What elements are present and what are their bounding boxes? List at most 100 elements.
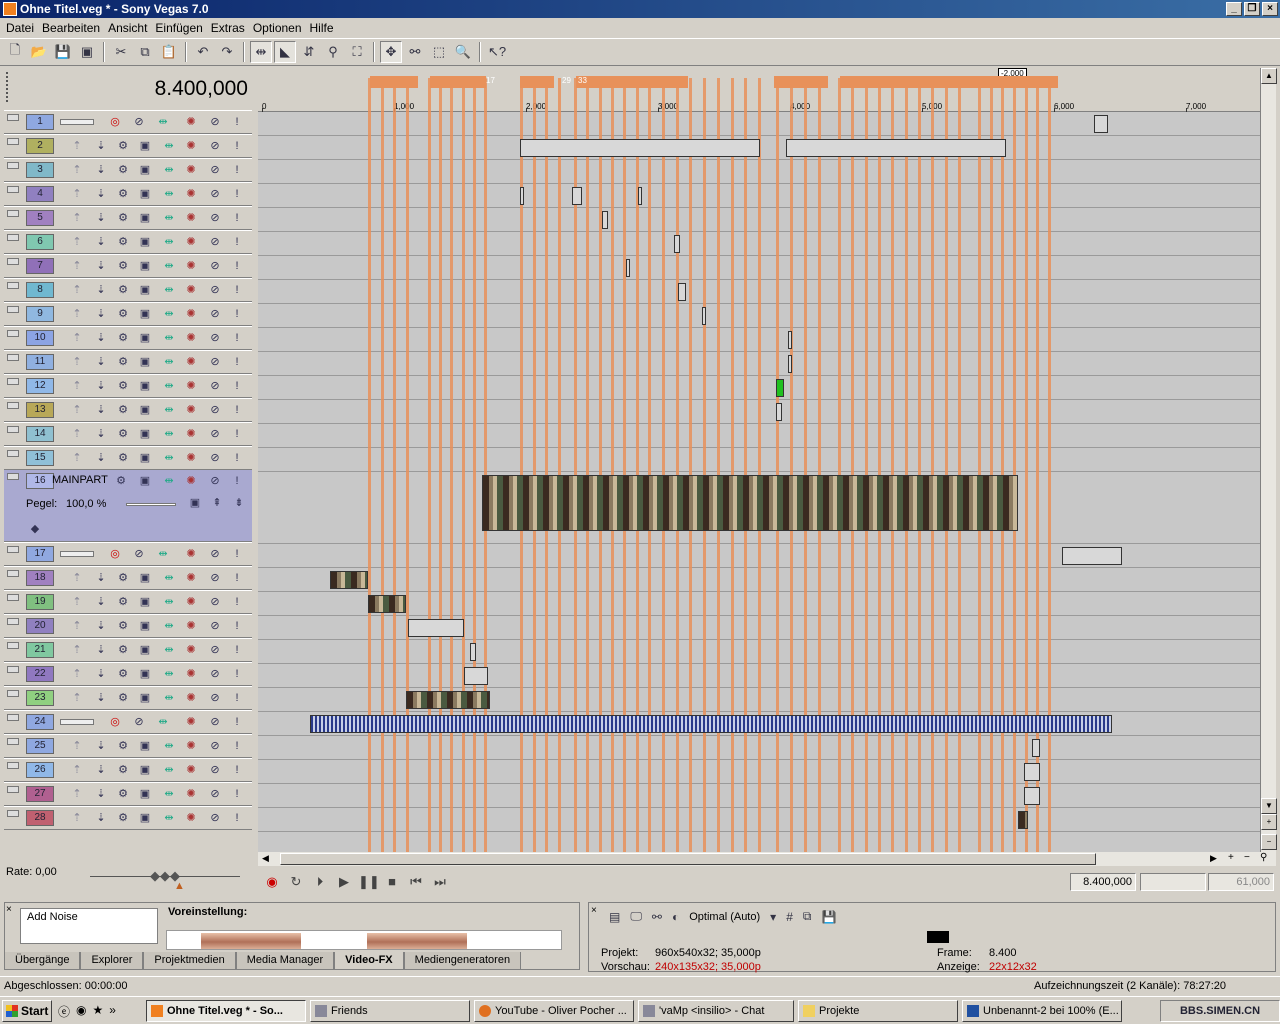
track-number[interactable]: 8 bbox=[26, 282, 54, 298]
new-file-icon[interactable]: 🗋 bbox=[4, 41, 26, 63]
composite-child-icon[interactable]: ⇣ bbox=[94, 331, 108, 345]
mute-icon[interactable]: ⊘ bbox=[208, 427, 222, 441]
video-event[interactable] bbox=[788, 355, 792, 373]
track-header-28[interactable]: 28 ⇡ ⇣ ⚙ ▣ ⇹ ✺ ⊘! bbox=[4, 806, 252, 830]
mute-icon[interactable]: ⊘ bbox=[208, 283, 222, 297]
scroll-down-button[interactable]: ▼ bbox=[1261, 798, 1277, 814]
timeline-marker[interactable] bbox=[1024, 78, 1028, 852]
track-number[interactable]: 7 bbox=[26, 258, 54, 274]
solo-icon[interactable]: ! bbox=[230, 379, 244, 393]
composite-child-icon[interactable]: ⇣ bbox=[94, 811, 108, 825]
composite-parent-icon[interactable]: ⇡ bbox=[70, 763, 84, 777]
video-event[interactable] bbox=[1024, 763, 1040, 781]
timeline-marker[interactable] bbox=[703, 78, 707, 852]
track-header-21[interactable]: 21 ⇡ ⇣ ⚙ ▣ ⇹ ✺ ⊘! bbox=[4, 638, 252, 662]
track-minimize-icon[interactable] bbox=[7, 306, 19, 313]
timeline-marker[interactable] bbox=[744, 78, 748, 852]
preset-thumbnail[interactable] bbox=[367, 933, 467, 949]
composite-child-icon[interactable]: ⇣ bbox=[94, 211, 108, 225]
track-fx-icon[interactable]: ✺ bbox=[184, 379, 198, 393]
mute-icon[interactable]: ⊘ bbox=[208, 355, 222, 369]
track-header-7[interactable]: 7 ⇡ ⇣ ⚙ ▣ ⇹ ✺ ⊘! bbox=[4, 254, 252, 278]
track-motion-icon[interactable]: ⚙ bbox=[116, 211, 130, 225]
track-minimize-icon[interactable] bbox=[7, 378, 19, 385]
track-motion-icon[interactable]: ⚙ bbox=[116, 187, 130, 201]
dock-tab[interactable]: Projektmedien bbox=[143, 952, 236, 970]
track-minimize-icon[interactable] bbox=[7, 234, 19, 241]
composite-parent-icon[interactable]: ⇡ bbox=[70, 379, 84, 393]
parent-motion-icon[interactable]: ⇹ bbox=[162, 763, 176, 777]
move-down-icon[interactable]: ⇟ bbox=[232, 496, 246, 510]
timeline-marker[interactable] bbox=[393, 78, 397, 852]
track-minimize-icon[interactable] bbox=[7, 450, 19, 457]
compositing-mode-icon[interactable]: ▣ bbox=[138, 451, 152, 465]
copy-snapshot-icon[interactable]: ⧉ bbox=[803, 909, 812, 924]
composite-child-icon[interactable]: ⇣ bbox=[94, 427, 108, 441]
timeline-marker[interactable] bbox=[864, 78, 868, 852]
split-screen-icon[interactable]: ◐ bbox=[672, 910, 679, 924]
play-from-start-icon[interactable]: ⏵ bbox=[310, 872, 330, 892]
track-motion-icon[interactable]: ⚙ bbox=[116, 403, 130, 417]
invert-phase-icon[interactable]: ⊘ bbox=[132, 715, 146, 729]
timeline-marker[interactable] bbox=[472, 78, 476, 852]
compositing-mode-icon[interactable]: ▣ bbox=[138, 211, 152, 225]
copy-icon[interactable]: ⧉ bbox=[134, 41, 156, 63]
parent-motion-icon[interactable]: ⇹ bbox=[162, 283, 176, 297]
track-motion-icon[interactable]: ⚙ bbox=[116, 451, 130, 465]
zoom-in-vertical-button[interactable]: + bbox=[1261, 814, 1277, 830]
task-vamp-chat[interactable]: 'vaMp <insilio> - Chat bbox=[638, 1000, 794, 1022]
envelope-tool-icon[interactable]: ⚯ bbox=[404, 41, 426, 63]
stop-icon[interactable]: ■ bbox=[382, 872, 402, 892]
solo-icon[interactable]: ! bbox=[230, 163, 244, 177]
dock-tab[interactable]: Video-FX bbox=[334, 952, 404, 970]
ripple-edit-icon[interactable]: ⇵ bbox=[298, 41, 320, 63]
mute-icon[interactable]: ⊘ bbox=[208, 811, 222, 825]
track-number[interactable]: 20 bbox=[26, 618, 54, 634]
solo-icon[interactable]: ! bbox=[230, 474, 244, 488]
parent-motion-icon[interactable]: ⇹ bbox=[162, 211, 176, 225]
parent-motion-icon[interactable]: ⇹ bbox=[162, 571, 176, 585]
solo-icon[interactable]: ! bbox=[230, 811, 244, 825]
timeline-marker[interactable] bbox=[406, 78, 409, 852]
mute-icon[interactable]: ⊘ bbox=[208, 403, 222, 417]
composite-parent-icon[interactable]: ⇡ bbox=[70, 259, 84, 273]
solo-icon[interactable]: ! bbox=[230, 187, 244, 201]
video-event[interactable] bbox=[1094, 115, 1108, 133]
close-button[interactable]: × bbox=[1262, 2, 1278, 16]
track-motion-icon[interactable]: ⇹ bbox=[156, 115, 170, 129]
video-event[interactable] bbox=[638, 187, 642, 205]
timeline-marker[interactable] bbox=[598, 78, 602, 852]
compositing-mode-icon[interactable]: ▣ bbox=[138, 643, 152, 657]
track-number[interactable]: 19 bbox=[26, 594, 54, 610]
video-event[interactable] bbox=[1032, 739, 1040, 757]
solo-icon[interactable]: ! bbox=[230, 307, 244, 321]
preview-properties-icon[interactable]: ▤ bbox=[609, 910, 620, 924]
track-header-2[interactable]: 2 ⇡ ⇣ ⚙ ▣ ⇹ ✺ ⊘! bbox=[4, 134, 252, 158]
volume-slider[interactable] bbox=[60, 719, 94, 725]
video-event[interactable] bbox=[1062, 547, 1122, 565]
snap-icon[interactable]: ⇹ bbox=[250, 41, 272, 63]
parent-motion-icon[interactable]: ⇹ bbox=[162, 787, 176, 801]
compositing-mode-icon[interactable]: ▣ bbox=[138, 163, 152, 177]
invert-phase-icon[interactable]: ⊘ bbox=[132, 115, 146, 129]
video-event[interactable] bbox=[572, 187, 582, 205]
mute-icon[interactable]: ⊘ bbox=[208, 163, 222, 177]
normal-edit-tool-icon[interactable]: ✥ bbox=[380, 41, 402, 63]
compositing-mode-icon[interactable]: ▣ bbox=[138, 331, 152, 345]
track-number[interactable]: 10 bbox=[26, 330, 54, 346]
composite-child-icon[interactable]: ⇣ bbox=[94, 307, 108, 321]
track-number[interactable]: 14 bbox=[26, 426, 54, 442]
track-header-10[interactable]: 10 ⇡ ⇣ ⚙ ▣ ⇹ ✺ ⊘! bbox=[4, 326, 252, 350]
mute-icon[interactable]: ⊘ bbox=[208, 571, 222, 585]
timeline-marker[interactable] bbox=[1013, 78, 1016, 852]
track-fx-icon[interactable]: ✺ bbox=[184, 811, 198, 825]
mute-icon[interactable]: ⊘ bbox=[208, 619, 222, 633]
mute-icon[interactable]: ⊘ bbox=[208, 763, 222, 777]
mute-icon[interactable]: ⊘ bbox=[208, 474, 222, 488]
track-header-26[interactable]: 26 ⇡ ⇣ ⚙ ▣ ⇹ ✺ ⊘! bbox=[4, 758, 252, 782]
timeline-marker[interactable] bbox=[428, 78, 431, 852]
track-minimize-icon[interactable] bbox=[7, 786, 19, 793]
track-minimize-icon[interactable] bbox=[7, 666, 19, 673]
video-event[interactable] bbox=[788, 331, 792, 349]
solo-icon[interactable]: ! bbox=[230, 595, 244, 609]
